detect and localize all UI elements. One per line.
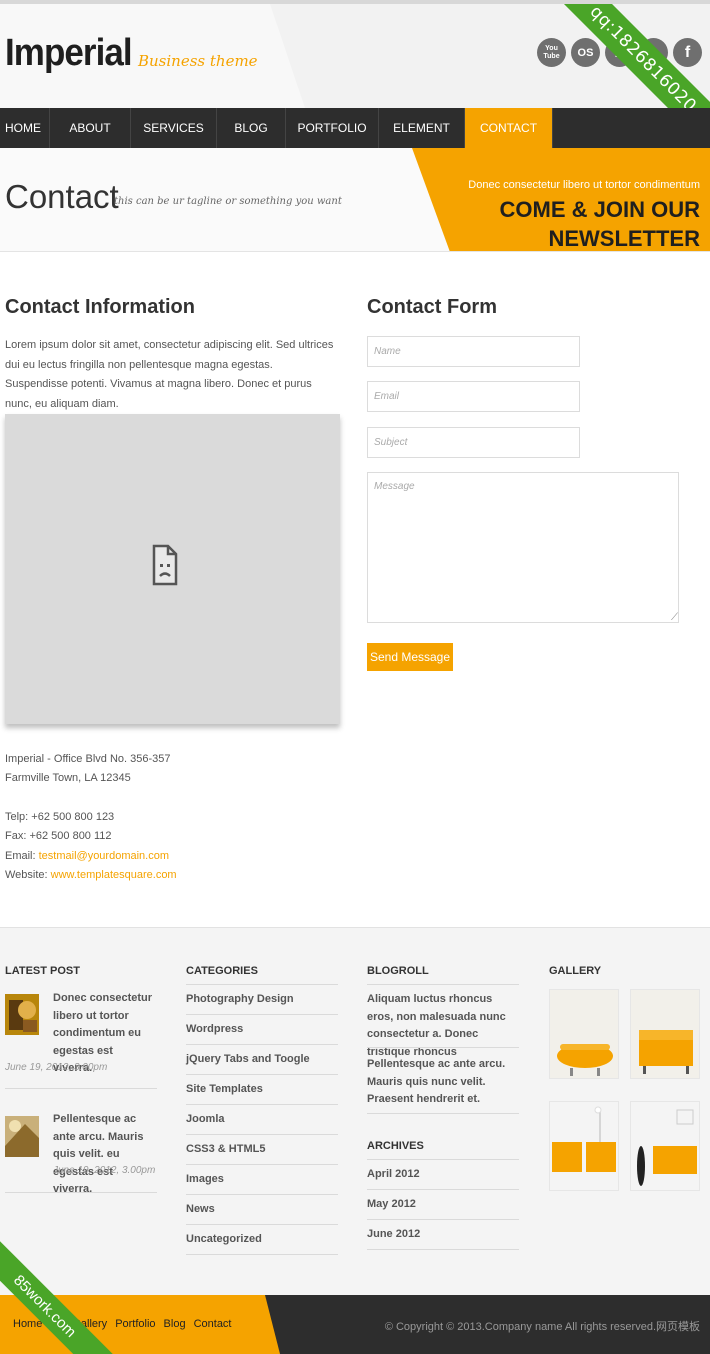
page-tagline: this can be ur tagline or something you … xyxy=(114,196,342,207)
post-date-2: June 19, 2012, 3.00pm xyxy=(53,1165,156,1176)
category-link[interactable]: Wordpress xyxy=(186,1023,243,1035)
gallery-thumb[interactable] xyxy=(549,989,619,1079)
email-link[interactable]: testmail@yourdomain.com xyxy=(39,850,169,862)
nav-item-home[interactable]: HOME xyxy=(0,108,50,148)
footer-link-home[interactable]: Home xyxy=(13,1318,42,1330)
nav-item-portfolio[interactable]: PORTFOLIO xyxy=(286,108,379,148)
contact-info-text: Lorem ipsum dolor sit amet, consectetur … xyxy=(5,339,334,410)
phone-number: Telp: +62 500 800 123 xyxy=(5,811,115,823)
fax-number: Fax: +62 500 800 112 xyxy=(5,830,112,842)
lastfm-icon[interactable]: OS xyxy=(571,38,600,67)
nav-item-blog[interactable]: BLOG xyxy=(217,108,286,148)
gallery-thumb[interactable] xyxy=(630,989,700,1079)
category-divider xyxy=(186,1254,338,1255)
email-row: Email: testmail@yourdomain.com xyxy=(5,850,169,862)
blogroll-item[interactable]: Pellentesque ac ante arcu. Mauris quis n… xyxy=(367,1056,517,1109)
archive-link[interactable]: June 2012 xyxy=(367,1228,420,1240)
nav-item-element[interactable]: ELEMENT xyxy=(379,108,465,148)
broken-plugin-icon xyxy=(152,544,178,586)
website-row: Website: www.templatesquare.com xyxy=(5,869,177,881)
nav-item-services[interactable]: SERVICES xyxy=(131,108,217,148)
category-divider xyxy=(186,984,338,985)
bottom-bar: Home Gallery Portfolio Blog Contact © Co… xyxy=(0,1295,710,1354)
archives-heading: ARCHIVES xyxy=(367,1140,424,1152)
address-line-1: Imperial - Office Blvd No. 356-357 xyxy=(5,753,171,765)
address-line-2: Farmville Town, LA 12345 xyxy=(5,772,131,784)
newsletter-cta[interactable]: COME & JOIN OUR NEWSLETTER xyxy=(470,195,700,251)
nav-item-contact[interactable]: CONTACT xyxy=(465,108,553,148)
email-label: Email: xyxy=(5,850,39,862)
blogroll-divider xyxy=(367,984,519,985)
category-divider xyxy=(186,1194,338,1195)
category-divider xyxy=(186,1104,338,1105)
category-divider xyxy=(186,1224,338,1225)
latest-post-heading: LATEST POST xyxy=(5,965,80,977)
gallery-thumb[interactable] xyxy=(630,1101,700,1191)
category-divider xyxy=(186,1164,338,1165)
category-link[interactable]: CSS3 & HTML5 xyxy=(186,1143,265,1155)
newsletter-subtitle: Donec consectetur libero ut tortor condi… xyxy=(468,179,700,191)
category-divider xyxy=(186,1074,338,1075)
archive-divider xyxy=(367,1249,519,1250)
category-link[interactable]: jQuery Tabs and Toogle xyxy=(186,1053,310,1065)
blogroll-divider xyxy=(367,1047,519,1048)
site-header: Imperial Business theme You Tube OS P t … xyxy=(0,4,710,108)
gallery-heading: GALLERY xyxy=(549,965,602,977)
category-link[interactable]: News xyxy=(186,1203,215,1215)
gallery-thumb[interactable] xyxy=(549,1101,619,1191)
category-divider xyxy=(186,1134,338,1135)
site-logo[interactable]: Imperial xyxy=(5,32,133,75)
subject-input[interactable] xyxy=(367,427,580,458)
post-thumbnail-1[interactable] xyxy=(5,994,39,1035)
post-title-2[interactable]: Pellentesque ac ante arcu. Mauris quis v… xyxy=(53,1111,153,1199)
nav-item-about[interactable]: ABOUT xyxy=(50,108,131,148)
archive-link[interactable]: April 2012 xyxy=(367,1168,420,1180)
category-divider xyxy=(186,1014,338,1015)
post-divider xyxy=(5,1088,157,1089)
page-title: Contact xyxy=(5,178,119,215)
blogroll-item[interactable]: Aliquam luctus rhoncus eros, non malesua… xyxy=(367,991,517,1061)
email-input[interactable] xyxy=(367,381,580,412)
blogroll-heading: BLOGROLL xyxy=(367,965,429,977)
category-link[interactable]: Site Templates xyxy=(186,1083,263,1095)
youtube-icon[interactable]: You Tube xyxy=(537,38,566,67)
category-link[interactable]: Images xyxy=(186,1173,224,1185)
category-divider xyxy=(186,1044,338,1045)
archive-divider xyxy=(367,1189,519,1190)
contact-info-heading: Contact Information xyxy=(5,296,195,318)
blogroll-divider xyxy=(367,1113,519,1114)
facebook-icon[interactable]: f xyxy=(673,38,702,67)
name-input[interactable] xyxy=(367,336,580,367)
archive-divider xyxy=(367,1219,519,1220)
archive-divider xyxy=(367,1159,519,1160)
footer-link-contact[interactable]: Contact xyxy=(194,1318,232,1330)
copyright-text: © Copyright © 2013.Company name All righ… xyxy=(384,1321,700,1333)
footer-link-portfolio[interactable]: Portfolio xyxy=(115,1318,155,1330)
archive-link[interactable]: May 2012 xyxy=(367,1198,416,1210)
contact-form-heading: Contact Form xyxy=(367,296,497,318)
page-title-band: Contact this can be ur tagline or someth… xyxy=(0,148,710,252)
category-link[interactable]: Photography Design xyxy=(186,993,294,1005)
footer-link-blog[interactable]: Blog xyxy=(164,1318,186,1330)
post-thumbnail-2[interactable] xyxy=(5,1116,39,1157)
website-link[interactable]: www.templatesquare.com xyxy=(51,869,177,881)
category-link[interactable]: Joomla xyxy=(186,1113,225,1125)
post-date-1: June 19, 2012, 3.00pm xyxy=(5,1062,108,1073)
main-nav: HOME ABOUT SERVICES BLOG PORTFOLIO ELEME… xyxy=(0,108,710,148)
categories-heading: CATEGORIES xyxy=(186,965,258,977)
map-embed[interactable] xyxy=(5,414,340,724)
message-textarea[interactable] xyxy=(367,472,679,623)
website-label: Website: xyxy=(5,869,51,881)
site-logo-subtitle: Business theme xyxy=(138,52,258,70)
send-message-button[interactable]: Send Message xyxy=(367,643,453,671)
category-link[interactable]: Uncategorized xyxy=(186,1233,262,1245)
resize-grip-icon[interactable]: ⟋ xyxy=(671,612,678,623)
post-divider xyxy=(5,1192,157,1193)
